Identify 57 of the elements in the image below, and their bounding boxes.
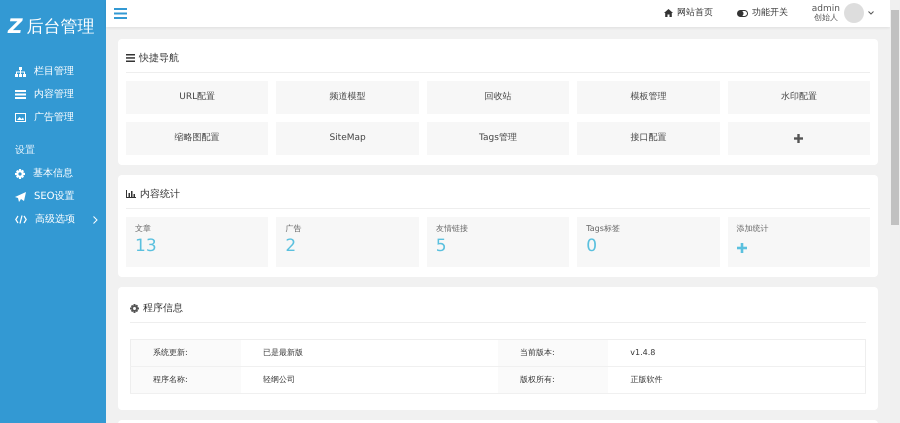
quick-nav-button[interactable]: 频道模型 [276, 80, 419, 114]
quick-nav-button[interactable]: 回收站 [426, 80, 570, 114]
logo-title: 后台管理 [26, 19, 95, 36]
toggle-icon [736, 10, 748, 17]
info-value: v1.4.8 [608, 339, 866, 366]
code-icon [15, 215, 27, 224]
list-icon [15, 90, 26, 99]
panel-title: 内容统计 [140, 188, 180, 202]
info-label: 版权所有: [498, 366, 608, 394]
avatar [844, 3, 864, 24]
info-value: 轻纲公司 [240, 366, 498, 394]
stat-value: 5 [436, 234, 448, 257]
sitemap-icon [15, 66, 26, 76]
paper-plane-icon [15, 192, 26, 202]
user-role: 创始人 [814, 14, 838, 22]
stat-label: 文章 [135, 222, 152, 235]
quick-nav-button[interactable]: URL配置 [126, 80, 268, 114]
scrollbar-thumb[interactable] [891, 10, 899, 225]
stat-card[interactable]: 添加统计 [728, 216, 870, 267]
stat-label: 添加统计 [736, 222, 770, 235]
panel-title: 快捷导航 [139, 52, 179, 66]
caret-down-icon [868, 11, 874, 16]
info-label: 系统更新: [130, 339, 241, 366]
chevron-right-icon [93, 216, 98, 224]
menu-icon [126, 54, 135, 62]
quick-nav-button[interactable]: 接口配置 [577, 122, 720, 155]
settings-icon [15, 168, 25, 178]
stat-value: 13 [135, 234, 158, 257]
logo-mark: Z [8, 16, 23, 36]
info-label: 当前版本: [498, 339, 608, 366]
info-label: 程序名称: [130, 366, 241, 394]
stat-label: 广告 [285, 222, 302, 235]
sidebar-section-heading: 设置 [14, 144, 36, 158]
top-link[interactable]: 网站首页 [664, 6, 713, 20]
stat-label: 友情链接 [436, 222, 469, 235]
quick-nav-button[interactable]: 缩略图配置 [126, 122, 268, 155]
plus-icon [736, 242, 747, 253]
menu-button[interactable] [114, 8, 127, 19]
plus-icon [794, 134, 804, 143]
bar-chart-icon [126, 190, 136, 198]
user-name: admin [812, 4, 840, 14]
quick-nav-button[interactable]: 水印配置 [728, 80, 870, 114]
stat-value: 2 [285, 234, 298, 257]
quick-nav-button[interactable]: Tags管理 [426, 122, 570, 155]
image-icon [15, 113, 26, 122]
stat-label: Tags标签 [586, 222, 621, 235]
user-menu[interactable]: admin 创始人 [812, 3, 874, 24]
top-link[interactable]: 功能开关 [736, 6, 788, 20]
quick-nav-button[interactable]: SiteMap [276, 122, 419, 155]
quick-nav-button[interactable]: 模板管理 [577, 80, 720, 114]
panel-title: 程序信息 [143, 302, 183, 316]
info-value: 已是最新版 [240, 339, 498, 366]
info-value: 正版软件 [608, 366, 866, 394]
home-icon [664, 9, 673, 18]
add-button[interactable] [728, 122, 870, 155]
stat-value: 0 [586, 234, 598, 257]
settings-icon [130, 304, 139, 313]
